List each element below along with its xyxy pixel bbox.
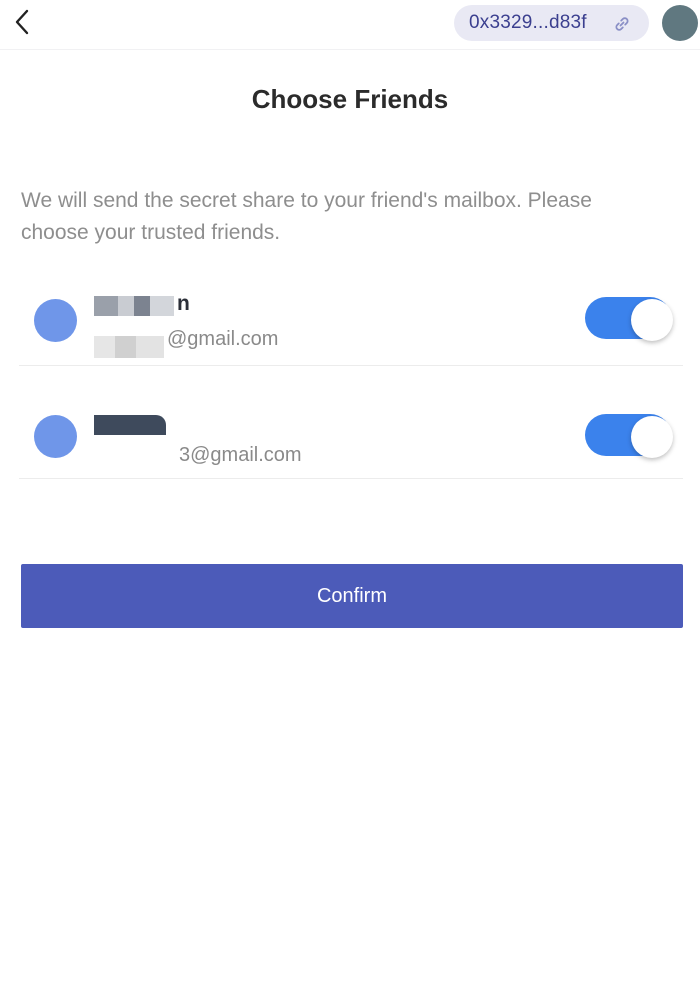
wallet-address: 0x3329...d83f bbox=[469, 12, 587, 33]
redacted-name bbox=[94, 296, 174, 316]
friend-row: 3@gmail.com bbox=[19, 365, 683, 479]
user-avatar[interactable] bbox=[662, 5, 698, 41]
friend-name: n bbox=[177, 292, 190, 315]
link-icon bbox=[615, 17, 629, 31]
toggle-knob bbox=[631, 416, 673, 458]
toggle-knob bbox=[631, 299, 673, 341]
instructions-text: We will send the secret share to your fr… bbox=[21, 189, 592, 244]
friend-avatar bbox=[34, 415, 77, 458]
friend-email: @gmail.com bbox=[167, 328, 279, 350]
redacted-name bbox=[94, 415, 166, 435]
chevron-left-icon bbox=[15, 9, 29, 35]
redacted-email bbox=[94, 336, 164, 358]
friend-row: n @gmail.com bbox=[19, 252, 683, 366]
top-bar: 0x3329...d83f bbox=[0, 0, 700, 50]
friend-select-toggle[interactable] bbox=[585, 414, 673, 458]
friend-avatar bbox=[34, 299, 77, 342]
choose-friends-page: 0x3329...d83f Choose Friends We will sen… bbox=[0, 0, 700, 1008]
back-button[interactable] bbox=[8, 7, 36, 37]
friend-select-toggle[interactable] bbox=[585, 297, 673, 341]
page-title: Choose Friends bbox=[251, 84, 449, 114]
wallet-address-pill[interactable]: 0x3329...d83f bbox=[454, 5, 649, 41]
confirm-button[interactable]: Confirm bbox=[21, 564, 683, 628]
friend-email: 3@gmail.com bbox=[179, 444, 302, 466]
redacted-email bbox=[94, 441, 172, 471]
